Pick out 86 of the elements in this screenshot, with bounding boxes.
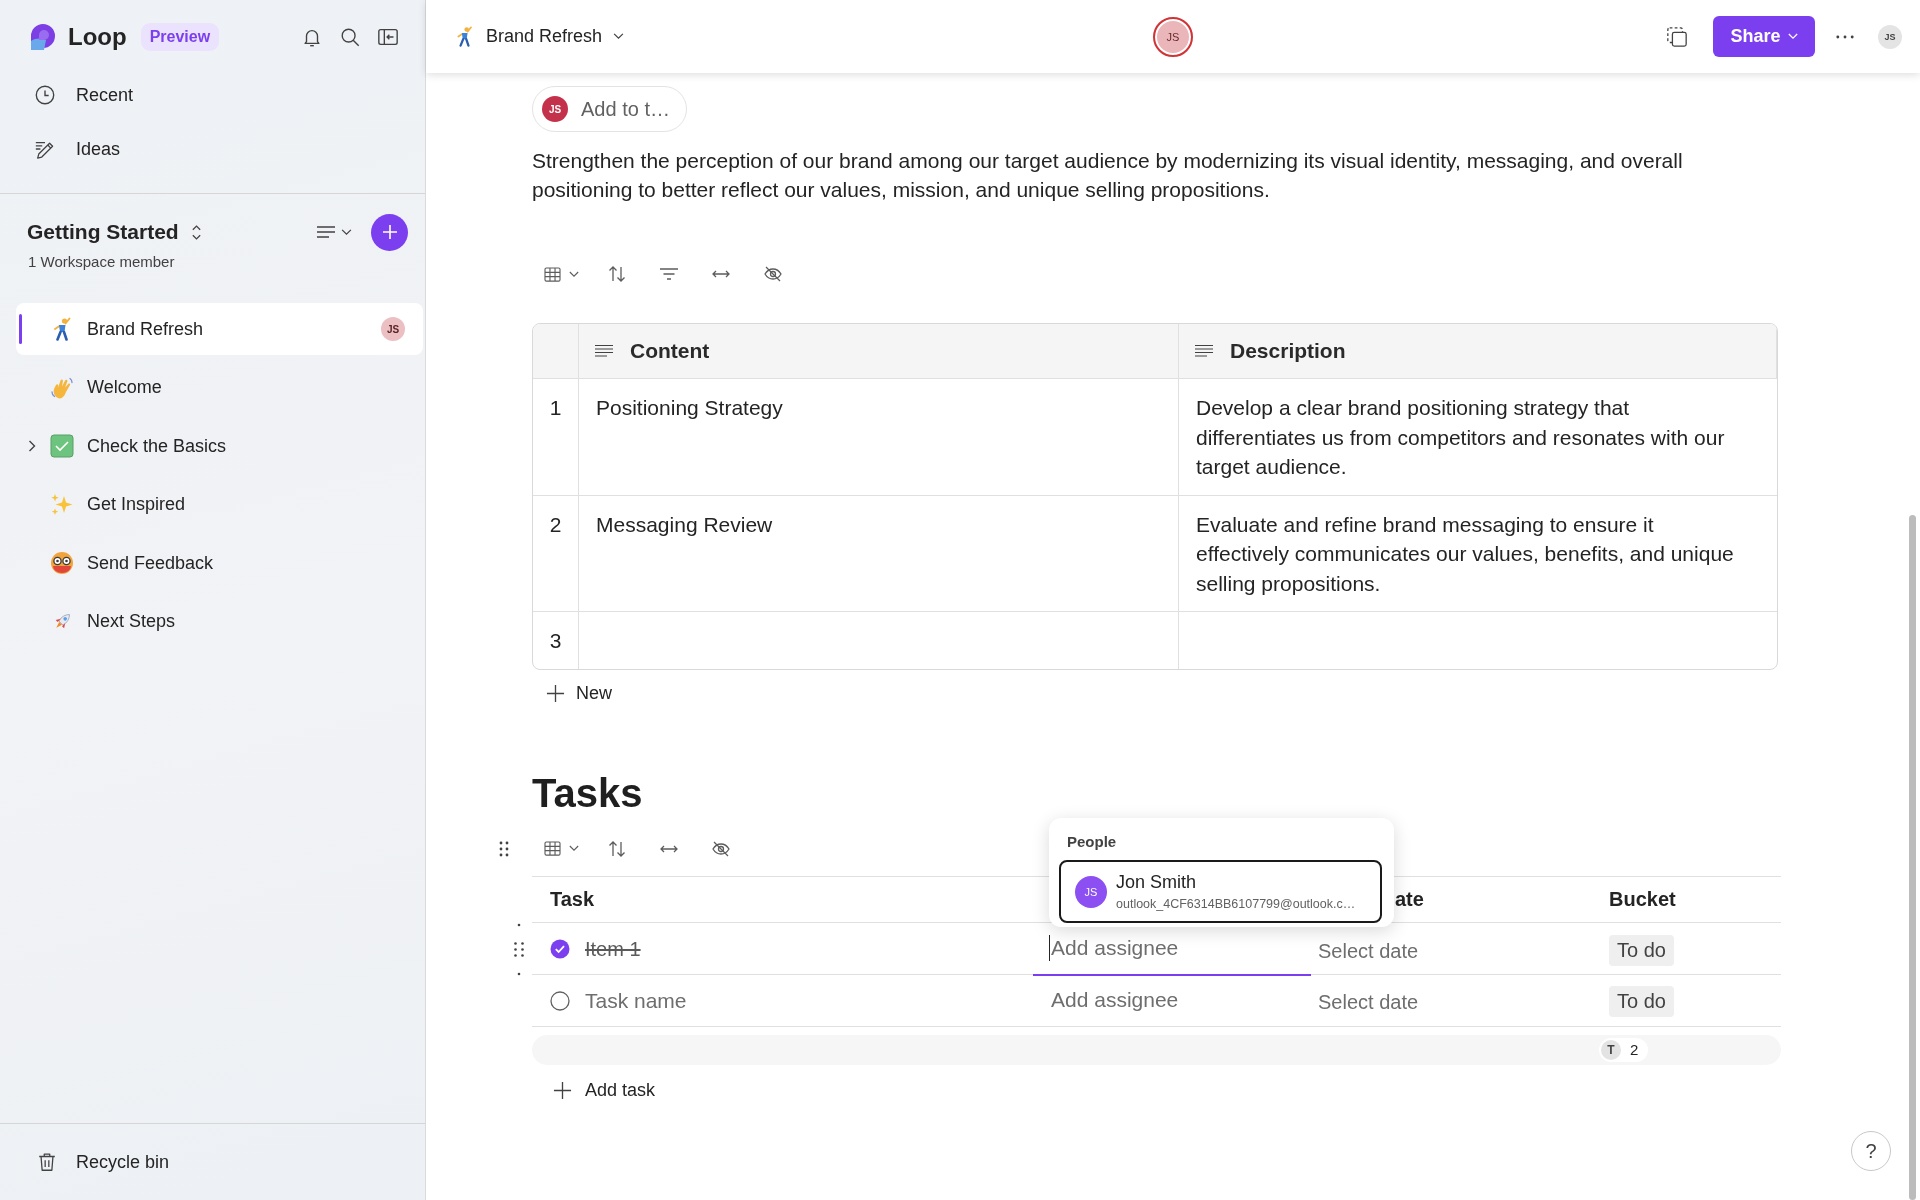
- sidebar-page-item[interactable]: Brand Refresh JS: [16, 303, 423, 355]
- column-header[interactable]: Content: [579, 324, 1179, 379]
- caret-icon: [569, 270, 579, 278]
- table-cell[interactable]: Positioning Strategy: [579, 379, 1179, 496]
- text-lines-icon: [1194, 344, 1214, 358]
- sparkles-icon: [50, 492, 74, 517]
- bucket-select[interactable]: To do: [1609, 934, 1674, 966]
- double-arrow-icon: [659, 843, 679, 854]
- column-header[interactable]: Description: [1179, 324, 1777, 379]
- count-text: 2: [1630, 1041, 1639, 1058]
- nav-item[interactable]: Recent: [0, 73, 425, 117]
- column-header[interactable]: Bucket: [1609, 887, 1676, 911]
- trash-icon: [36, 1151, 58, 1173]
- caret-icon: [569, 845, 579, 852]
- list-lines-icon: [316, 224, 336, 240]
- double-arrow-icon: [711, 269, 731, 279]
- workspace-switcher[interactable]: Getting Started: [27, 212, 202, 252]
- table-cell[interactable]: Messaging Review: [579, 495, 1179, 612]
- workspace-member-count: 1 Workspace member: [27, 253, 176, 271]
- description-paragraph: Strengthen the perception of our brand among our target audience by modernizing its visual identity, messaging, and overall positioning to better reflect our values, mission, and unique selling propositions.: [532, 148, 1684, 203]
- drag-handle-icon[interactable]: [499, 840, 509, 857]
- page-title-button[interactable]: Brand Refresh: [450, 22, 629, 51]
- glasses-face-icon: [50, 551, 74, 575]
- row-number: 3: [533, 612, 579, 669]
- date-field[interactable]: Select date: [1318, 991, 1419, 1014]
- sort-icon: [607, 264, 627, 284]
- row-number: 2: [533, 495, 579, 612]
- recycle-bin-link[interactable]: Recycle bin: [0, 1140, 170, 1184]
- person-name: Jon Smith: [1116, 872, 1198, 893]
- empty-circle-icon[interactable]: [550, 990, 570, 1011]
- nav-item[interactable]: Ideas: [0, 127, 425, 171]
- bucket-select[interactable]: To do: [1609, 986, 1674, 1017]
- person-option[interactable]: JS Jon Smith outlook_4CF6314BB6107799@outlook.c…: [1059, 860, 1382, 923]
- add-page-button[interactable]: [371, 213, 408, 251]
- user-avatar: T: [1601, 1039, 1621, 1060]
- waving-hand-icon: [50, 375, 74, 400]
- logo-icon: [30, 22, 58, 51]
- add-to-button[interactable]: JS Add to t…: [532, 86, 687, 132]
- eye-slash-icon: [763, 264, 783, 284]
- scrollbar-thumb[interactable]: [1909, 515, 1916, 1200]
- row-number: 1: [533, 379, 579, 496]
- checked-circle-icon[interactable]: [550, 939, 570, 959]
- sidebar-page-item[interactable]: Welcome: [16, 361, 423, 414]
- plus-icon: [381, 224, 398, 240]
- presence-avatar[interactable]: JS: [1153, 16, 1193, 57]
- chevron-icon[interactable]: [28, 440, 36, 452]
- column-header[interactable]: ate: [1395, 887, 1424, 911]
- more-icon: [1836, 34, 1854, 39]
- preview-tag: Preview: [140, 22, 220, 51]
- dashed-square-icon: [1666, 25, 1688, 48]
- chevron-up-down-icon: [190, 223, 202, 241]
- task-title[interactable]: Item 1: [585, 937, 641, 961]
- filter-icon: [659, 266, 679, 282]
- section-heading: Tasks: [532, 769, 644, 817]
- app-name: Loop: [68, 22, 127, 51]
- caret-icon: [341, 228, 352, 236]
- grid-icon: [544, 266, 561, 282]
- user-avatar: JS: [542, 96, 568, 122]
- account-avatar[interactable]: JS: [1878, 24, 1902, 49]
- task-name-field[interactable]: Task name: [585, 988, 687, 1013]
- plus-icon: [553, 1081, 572, 1100]
- sidebar-page-item[interactable]: Next Steps: [16, 595, 423, 648]
- assignee-field[interactable]: Add assignee: [1033, 974, 1311, 1027]
- text-lines-icon: [594, 344, 614, 358]
- clock-icon: [34, 84, 56, 106]
- plus-icon: [546, 684, 565, 703]
- caret-icon: [613, 33, 625, 40]
- share-button[interactable]: Share: [1713, 16, 1815, 57]
- date-field[interactable]: Select date: [1318, 939, 1419, 963]
- person-email: outlook_4CF6314BB6107799@outlook.c…: [1116, 897, 1356, 911]
- drag-handle-icon[interactable]: [512, 922, 526, 976]
- user-avatar: JS: [381, 317, 405, 341]
- table-cell[interactable]: Develop a clear brand positioning strategy that differentiates us from competitors and resonates with our target audience.: [1179, 379, 1777, 496]
- checkmark-box-icon: [50, 434, 74, 458]
- help-button[interactable]: ?: [1851, 1131, 1891, 1171]
- grid-icon: [544, 841, 561, 856]
- popup-title: People: [1066, 832, 1118, 852]
- sidebar-page-item[interactable]: Check the Basics: [16, 420, 423, 472]
- sidebar-page-item[interactable]: Get Inspired: [16, 478, 423, 531]
- caret-icon: [1787, 33, 1798, 40]
- sidebar-page-item[interactable]: Send Feedback: [16, 537, 423, 589]
- user-avatar: JS: [1075, 875, 1107, 908]
- add-task-button[interactable]: Add task: [532, 1075, 660, 1106]
- new-row-button[interactable]: New: [532, 678, 616, 709]
- table-cell[interactable]: Evaluate and refine brand messaging to ensure it effectively communicates our values, benefits, and unique selling propositions.: [1179, 495, 1777, 612]
- column-header[interactable]: Task: [550, 887, 595, 911]
